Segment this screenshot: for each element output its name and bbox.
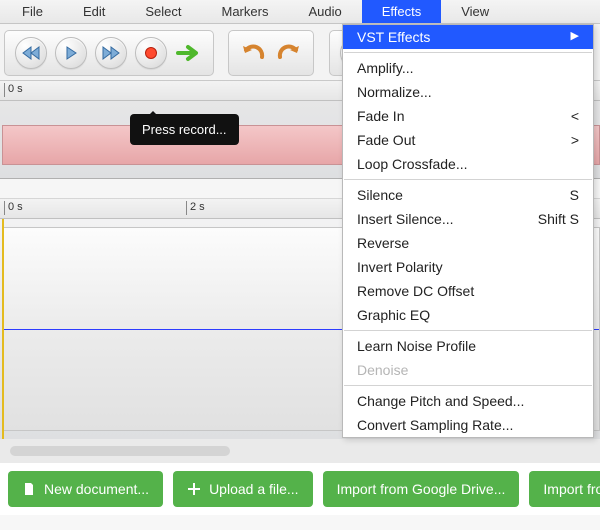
menu-select[interactable]: Select	[125, 0, 201, 23]
fast-forward-button[interactable]	[95, 37, 127, 69]
scrollbar-thumb[interactable]	[10, 446, 230, 456]
play-button[interactable]	[55, 37, 87, 69]
menu-view[interactable]: View	[441, 0, 509, 23]
undo-button[interactable]	[239, 37, 267, 69]
menu-item-loop-crossfade[interactable]: Loop Crossfade...	[343, 152, 593, 176]
menu-item-label: Denoise	[357, 362, 408, 378]
time-tick: 2 s	[186, 201, 205, 215]
record-tooltip: Press record...	[130, 114, 239, 145]
upload-file-button[interactable]: Upload a file...	[173, 471, 313, 507]
menu-separator	[344, 179, 592, 180]
menu-item-label: Change Pitch and Speed...	[357, 393, 524, 409]
horizontal-scrollbar[interactable]	[0, 439, 600, 463]
menu-item-learn-noise-profile[interactable]: Learn Noise Profile	[343, 334, 593, 358]
time-tick: 0 s	[4, 201, 23, 215]
menu-item-silence[interactable]: Silence S	[343, 183, 593, 207]
menu-separator	[344, 385, 592, 386]
menu-markers[interactable]: Markers	[202, 0, 289, 23]
menu-item-shortcut: >	[571, 132, 579, 148]
menu-file[interactable]: File	[2, 0, 63, 23]
record-icon	[144, 46, 158, 60]
play-icon	[64, 46, 78, 60]
menu-item-label: Amplify...	[357, 60, 414, 76]
effects-dropdown: VST Effects ▶ Amplify... Normalize... Fade I…	[342, 24, 594, 438]
menu-item-shortcut: Shift S	[538, 211, 579, 227]
menu-item-label: Invert Polarity	[357, 259, 443, 275]
import-soundcloud-label: Import from So	[543, 481, 600, 497]
menu-item-label: Normalize...	[357, 84, 432, 100]
menu-item-remove-dc-offset[interactable]: Remove DC Offset	[343, 279, 593, 303]
import-soundcloud-button[interactable]: Import from So	[529, 471, 600, 507]
menu-item-label: Graphic EQ	[357, 307, 430, 323]
menu-item-label: Reverse	[357, 235, 409, 251]
menu-item-label: Remove DC Offset	[357, 283, 474, 299]
history-group	[228, 30, 314, 76]
menu-separator	[344, 52, 592, 53]
menu-item-label: VST Effects	[357, 29, 430, 45]
menu-item-shortcut: S	[570, 187, 579, 203]
menu-item-denoise: Denoise	[343, 358, 593, 382]
menu-item-label: Loop Crossfade...	[357, 156, 468, 172]
plus-icon	[187, 482, 201, 496]
menu-item-label: Convert Sampling Rate...	[357, 417, 513, 433]
upload-file-label: Upload a file...	[209, 481, 299, 497]
menu-item-reverse[interactable]: Reverse	[343, 231, 593, 255]
action-bar: New document... Upload a file... Import …	[0, 463, 600, 515]
next-arrow-button[interactable]	[175, 37, 203, 69]
record-button[interactable]	[135, 37, 167, 69]
transport-group	[4, 30, 214, 76]
menu-item-vst-effects[interactable]: VST Effects ▶	[343, 25, 593, 49]
menu-bar: File Edit Select Markers Audio Effects V…	[0, 0, 600, 24]
import-gdrive-button[interactable]: Import from Google Drive...	[323, 471, 520, 507]
time-tick: 0 s	[4, 83, 23, 97]
menu-item-convert-sampling-rate[interactable]: Convert Sampling Rate...	[343, 413, 593, 437]
document-icon	[22, 482, 36, 496]
menu-item-graphic-eq[interactable]: Graphic EQ	[343, 303, 593, 327]
menu-item-shortcut: <	[571, 108, 579, 124]
rewind-button[interactable]	[15, 37, 47, 69]
redo-button[interactable]	[275, 37, 303, 69]
fast-forward-icon	[102, 46, 120, 60]
menu-item-label: Fade In	[357, 108, 404, 124]
new-document-label: New document...	[44, 481, 149, 497]
menu-separator	[344, 330, 592, 331]
menu-item-fade-out[interactable]: Fade Out >	[343, 128, 593, 152]
menu-item-normalize[interactable]: Normalize...	[343, 80, 593, 104]
submenu-arrow-icon: ▶	[571, 29, 579, 45]
menu-item-label: Silence	[357, 187, 403, 203]
undo-icon	[240, 43, 266, 63]
menu-effects[interactable]: Effects	[362, 0, 442, 23]
arrow-right-icon	[176, 44, 202, 62]
menu-edit[interactable]: Edit	[63, 0, 125, 23]
menu-item-fade-in[interactable]: Fade In <	[343, 104, 593, 128]
new-document-button[interactable]: New document...	[8, 471, 163, 507]
menu-item-change-pitch-and-speed[interactable]: Change Pitch and Speed...	[343, 389, 593, 413]
redo-icon	[276, 43, 302, 63]
playhead-cursor[interactable]	[2, 219, 4, 439]
menu-audio[interactable]: Audio	[288, 0, 361, 23]
menu-item-label: Insert Silence...	[357, 211, 454, 227]
menu-item-invert-polarity[interactable]: Invert Polarity	[343, 255, 593, 279]
rewind-icon	[22, 46, 40, 60]
menu-item-label: Fade Out	[357, 132, 415, 148]
menu-item-insert-silence[interactable]: Insert Silence... Shift S	[343, 207, 593, 231]
import-gdrive-label: Import from Google Drive...	[337, 481, 506, 497]
menu-item-amplify[interactable]: Amplify...	[343, 56, 593, 80]
menu-item-label: Learn Noise Profile	[357, 338, 476, 354]
